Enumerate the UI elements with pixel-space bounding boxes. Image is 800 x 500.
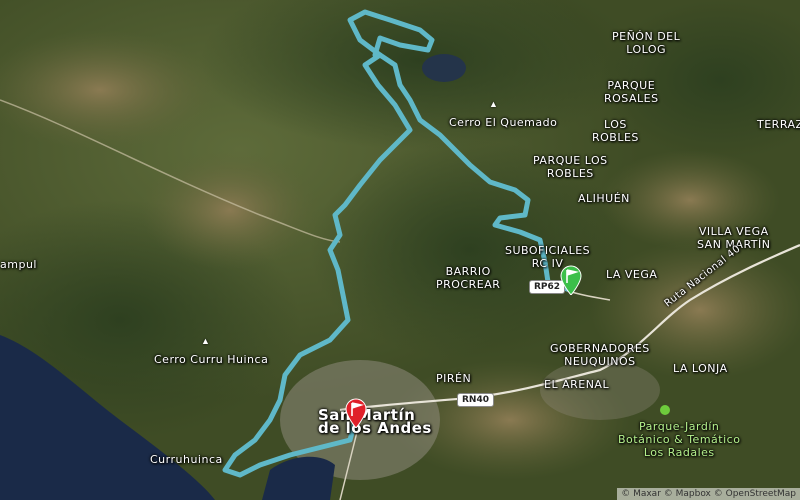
label-curruhuinca: Curruhuinca — [150, 453, 223, 466]
map-view[interactable]: PEÑÓN DEL LOLOG PARQUE ROSALES ▲ Cerro El … — [0, 0, 800, 500]
label-cerro-curru-huinca: Cerro Curru Huinca — [154, 353, 269, 366]
label-la-vega: LA VEGA — [606, 268, 658, 281]
map-attribution[interactable]: © Maxar © Mapbox © OpenStreetMap — [617, 488, 800, 500]
label-la-lonja: LA LONJA — [673, 362, 728, 375]
label-barrio-procrear: BARRIO PROCREAR — [436, 265, 501, 291]
peak-icon: ▲ — [489, 99, 498, 109]
label-parque-jardin: Parque-Jardín Botánico & Temático Los Rada… — [618, 420, 741, 459]
park-icon — [660, 405, 670, 415]
label-parque-los-robles: PARQUE LOS ROBLES — [533, 154, 608, 180]
label-penon-del-lolog: PEÑÓN DEL LOLOG — [612, 30, 681, 56]
start-flag-icon[interactable] — [559, 265, 583, 295]
label-ampul: ampul — [0, 258, 37, 271]
label-los-robles: LOS ROBLES — [592, 118, 639, 144]
label-san-martin-de-los-andes: San Martín de los Andes — [318, 406, 432, 437]
label-parque-rosales: PARQUE ROSALES — [604, 79, 659, 105]
label-terraz: TERRAZ — [757, 118, 800, 131]
label-cerro-el-quemado: Cerro El Quemado — [449, 116, 558, 129]
label-el-arenal: EL ARENAL — [544, 378, 610, 391]
label-gobernadores-neuquinos: GOBERNADORES NEUQUINOS — [550, 342, 650, 368]
road-shield-rn40: RN40 — [457, 393, 494, 407]
label-alihuen: ALIHUÉN — [578, 192, 630, 205]
label-piren: PIRÉN — [436, 372, 472, 385]
peak-icon: ▲ — [201, 336, 210, 346]
finish-flag-icon[interactable] — [344, 398, 368, 428]
